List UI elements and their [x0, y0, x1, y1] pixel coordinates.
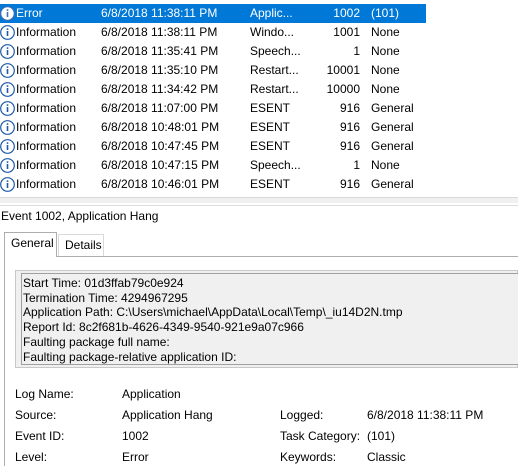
- event-row[interactable]: Error 6/8/2018 11:38:11 PM Applic... 100…: [0, 4, 518, 23]
- source-label: Source:: [15, 408, 57, 422]
- event-id: 916: [339, 139, 360, 153]
- event-level: Information: [16, 63, 77, 77]
- event-id: 10000: [326, 82, 360, 96]
- event-level: Information: [16, 139, 77, 153]
- event-source: Applic...: [250, 6, 293, 20]
- event-id: 10001: [326, 63, 360, 77]
- event-task: General: [371, 177, 414, 191]
- description-line: Report Id: 8c2f681b-4626-4349-9540-921e9…: [23, 320, 304, 334]
- event-level: Information: [16, 82, 77, 96]
- event-source: ESENT: [250, 177, 291, 191]
- level-label: Level:: [15, 450, 48, 464]
- event-date: 6/8/2018 11:35:41 PM: [101, 44, 219, 58]
- event-row[interactable]: Information 6/8/2018 11:07:00 PM ESENT 9…: [0, 99, 518, 118]
- event-task: General: [371, 101, 414, 115]
- tab-details[interactable]: Details: [58, 234, 104, 256]
- description-line: Start Time: 01d3ffab79c0e924: [23, 276, 184, 290]
- event-row[interactable]: Information 6/8/2018 10:48:01 PM ESENT 9…: [0, 118, 518, 137]
- description-line: Termination Time: 4294967295: [23, 291, 188, 305]
- event-date: 6/8/2018 10:47:15 PM: [101, 158, 220, 172]
- info-icon: [0, 101, 15, 116]
- event-id-value: 1002: [122, 429, 149, 443]
- event-id-label: Event ID:: [15, 429, 65, 443]
- event-row[interactable]: Information 6/8/2018 11:35:10 PM Restart…: [0, 61, 518, 80]
- event-list[interactable]: Error 6/8/2018 11:38:11 PM Applic... 100…: [0, 0, 518, 197]
- logged-value: 6/8/2018 11:38:11 PM: [367, 408, 484, 422]
- source-value: Application Hang: [122, 408, 213, 422]
- event-source: ESENT: [250, 101, 291, 115]
- event-date: 6/8/2018 10:46:01 PM: [101, 177, 220, 191]
- event-row[interactable]: Information 6/8/2018 10:47:45 PM ESENT 9…: [0, 137, 518, 156]
- tab-general[interactable]: General: [4, 232, 57, 257]
- event-id: 916: [339, 101, 360, 115]
- event-row[interactable]: Information 6/8/2018 11:35:41 PM Speech.…: [0, 42, 518, 61]
- event-task: General: [371, 120, 414, 134]
- event-id: 1: [353, 158, 360, 172]
- description-line: Faulting package-relative application ID…: [23, 350, 237, 364]
- description-line: Faulting package full name:: [23, 335, 170, 349]
- event-date: 6/8/2018 11:38:11 PM: [101, 25, 218, 39]
- event-task: (101): [371, 6, 400, 20]
- event-level: Error: [16, 6, 43, 20]
- info-icon: [0, 158, 15, 173]
- info-icon: [0, 63, 15, 78]
- event-source: Windo...: [250, 25, 295, 39]
- event-date: 6/8/2018 11:35:10 PM: [101, 63, 219, 77]
- task-category-label: Task Category:: [280, 429, 361, 443]
- event-level: Information: [16, 25, 77, 39]
- event-row[interactable]: Information 6/8/2018 11:34:42 PM Restart…: [0, 80, 518, 99]
- event-date: 6/8/2018 11:07:00 PM: [101, 101, 219, 115]
- event-task: None: [371, 82, 400, 96]
- event-level: Information: [16, 101, 77, 115]
- event-id: 1001: [333, 25, 360, 39]
- keywords-value: Classic: [367, 450, 406, 464]
- event-id: 1002: [333, 6, 360, 20]
- description-line: Application Path: C:\Users\michael\AppDa…: [23, 305, 403, 319]
- info-icon: [0, 44, 15, 59]
- event-row[interactable]: Information 6/8/2018 11:38:11 PM Windo..…: [0, 23, 518, 42]
- pane-splitter[interactable]: [0, 197, 518, 203]
- log-name-label: Log Name:: [15, 387, 74, 401]
- event-row[interactable]: Information 6/8/2018 10:46:01 PM ESENT 9…: [0, 175, 518, 194]
- keywords-label: Keywords:: [280, 450, 337, 464]
- event-task: General: [371, 139, 414, 153]
- log-name-value: Application: [122, 387, 181, 401]
- event-date: 6/8/2018 10:47:45 PM: [101, 139, 220, 153]
- info-icon: [0, 120, 15, 135]
- logged-label: Logged:: [280, 408, 324, 422]
- event-level: Information: [16, 120, 77, 134]
- event-task: None: [371, 158, 400, 172]
- info-icon: [0, 82, 15, 97]
- event-task: None: [371, 25, 400, 39]
- event-source: Restart...: [250, 82, 299, 96]
- event-source: Speech...: [250, 44, 301, 58]
- event-detail-title: Event 1002, Application Hang: [0, 205, 518, 227]
- event-source: Restart...: [250, 63, 299, 77]
- event-id: 916: [339, 177, 360, 191]
- event-source: ESENT: [250, 139, 291, 153]
- event-id: 916: [339, 120, 360, 134]
- event-date: 6/8/2018 11:38:11 PM: [101, 6, 218, 20]
- event-source: Speech...: [250, 158, 301, 172]
- error-icon: [0, 6, 15, 21]
- event-task: None: [371, 44, 400, 58]
- event-date: 6/8/2018 11:34:42 PM: [101, 82, 219, 96]
- event-task: None: [371, 63, 400, 77]
- event-date: 6/8/2018 10:48:01 PM: [101, 120, 220, 134]
- task-category-value: (101): [367, 429, 396, 443]
- event-level: Information: [16, 177, 77, 191]
- info-icon: [0, 139, 15, 154]
- event-level: Information: [16, 44, 77, 58]
- level-value: Error: [122, 450, 149, 464]
- event-level: Information: [16, 158, 77, 172]
- event-source: ESENT: [250, 120, 291, 134]
- info-icon: [0, 177, 15, 192]
- event-row[interactable]: Information 6/8/2018 10:47:15 PM Speech.…: [0, 156, 518, 175]
- event-id: 1: [353, 44, 360, 58]
- info-icon: [0, 25, 15, 40]
